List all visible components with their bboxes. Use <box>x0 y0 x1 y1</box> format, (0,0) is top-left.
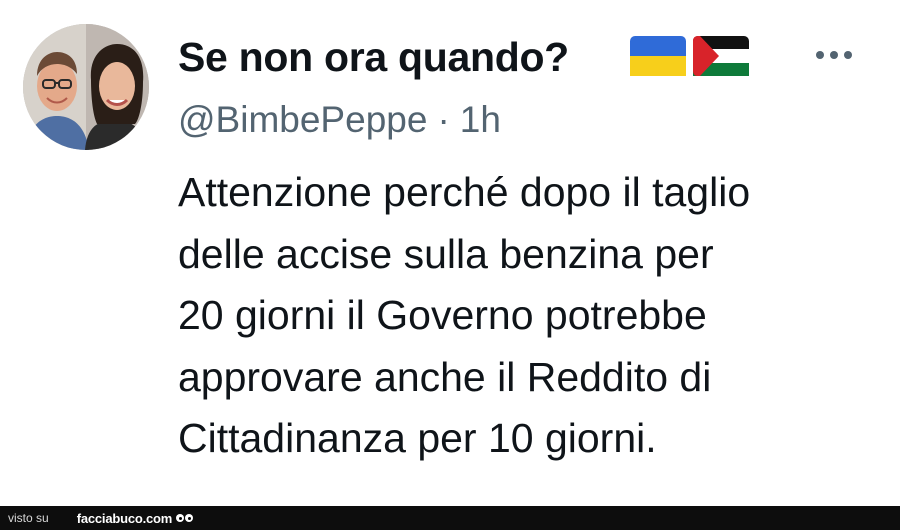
eye-icon <box>185 514 194 522</box>
avatar-photo <box>23 24 149 150</box>
more-options-button[interactable] <box>806 35 862 75</box>
tweet-text-line: Cittadinanza per 10 giorni. <box>178 415 657 461</box>
seen-on-label: visto su <box>8 511 49 525</box>
handle-line: @BimbePeppe · 1h <box>178 96 501 144</box>
user-handle[interactable]: @BimbePeppe <box>178 99 427 140</box>
palestine-flag-icon <box>693 36 749 76</box>
display-name[interactable]: Se non ora quando? <box>178 32 569 82</box>
separator-dot: · <box>437 99 450 140</box>
tweet-time[interactable]: 1h <box>460 99 501 140</box>
ukraine-flag-icon <box>630 36 686 76</box>
dot-icon <box>816 51 824 59</box>
watermark-bar: visto su facciabuco.com <box>0 506 900 530</box>
dot-icon <box>830 51 838 59</box>
avatar[interactable] <box>23 24 149 150</box>
site-name[interactable]: facciabuco.com <box>77 511 173 526</box>
tweet-text: Attenzione perché dopo il taglio delle a… <box>178 162 878 470</box>
eye-icon <box>176 514 185 522</box>
tweet-text-line: delle accise sulla benzina per <box>178 230 714 277</box>
tweet-text-line: 20 giorni il Governo potrebbe <box>178 292 707 338</box>
tweet-text-line: approvare anche il Reddito di <box>178 353 712 400</box>
dot-icon <box>844 51 852 59</box>
tweet-text-line: Attenzione perché dopo il taglio <box>178 169 751 215</box>
eyes-logo-icon <box>176 514 194 522</box>
